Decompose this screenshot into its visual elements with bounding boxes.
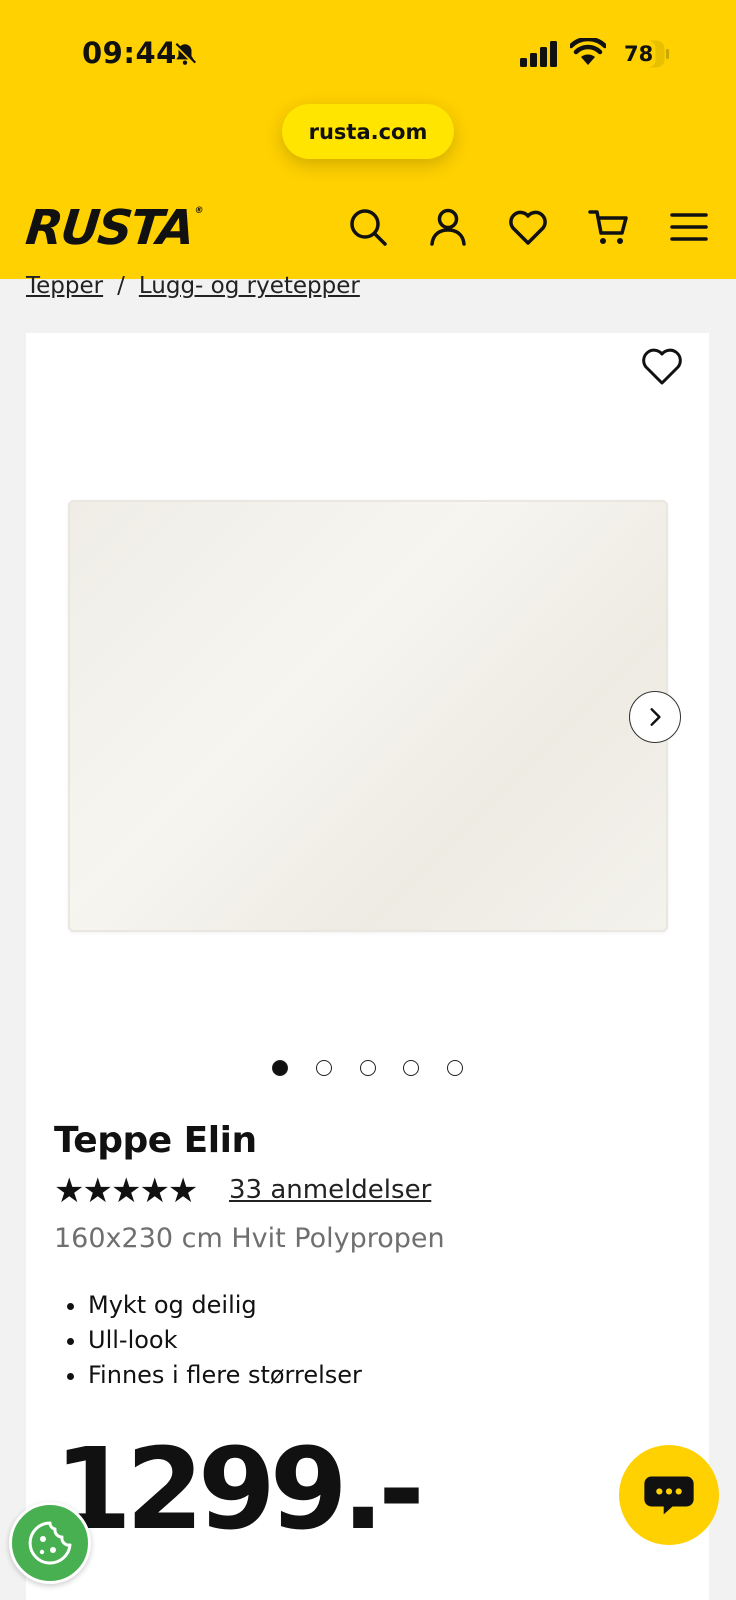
battery-level: 78 — [624, 42, 654, 66]
status-bar: 09:44 78 — [0, 0, 736, 100]
rating-stars: ★★★★★ — [54, 1171, 198, 1211]
feature-list: Mykt og deilig Ull-look Finnes i flere s… — [54, 1288, 362, 1393]
product-subtitle: 160x230 cm Hvit Polypropen — [54, 1223, 445, 1254]
rusta-logo[interactable]: RUSTA® — [23, 200, 203, 256]
search-icon[interactable] — [347, 206, 389, 248]
gallery-next-button[interactable] — [629, 691, 681, 743]
gallery-dot-1[interactable] — [272, 1060, 288, 1076]
cart-icon[interactable] — [588, 206, 630, 248]
product-price: 1299.- — [54, 1425, 425, 1555]
chat-icon — [644, 1476, 694, 1515]
wifi-icon — [568, 36, 608, 68]
product-title: Teppe Elin — [54, 1120, 257, 1161]
breadcrumb: Tepper / Lugg- og ryetepper — [26, 273, 360, 299]
gallery-dot-5[interactable] — [447, 1060, 463, 1076]
url-bar[interactable]: rusta.com — [282, 104, 454, 159]
feature-item: Ull-look — [88, 1323, 362, 1358]
logo-mark: ® — [193, 206, 202, 216]
feature-item: Finnes i flere størrelser — [88, 1358, 362, 1393]
product-image[interactable] — [68, 500, 668, 932]
gallery-dot-3[interactable] — [360, 1060, 376, 1076]
bell-muted-icon — [172, 41, 198, 67]
cookie-settings-button[interactable] — [9, 1502, 91, 1584]
gallery-dot-2[interactable] — [316, 1060, 332, 1076]
reviews-link[interactable]: 33 anmeldelser — [229, 1175, 431, 1205]
cookie-icon — [28, 1521, 72, 1565]
menu-icon[interactable] — [668, 206, 710, 248]
chat-button[interactable] — [619, 1445, 719, 1545]
url-text: rusta.com — [308, 119, 428, 144]
status-time: 09:44 — [82, 36, 177, 70]
top-header: 09:44 78 rusta.com RUSTA® — [0, 0, 736, 279]
wishlist-icon[interactable] — [507, 206, 549, 248]
feature-item: Mykt og deilig — [88, 1288, 362, 1323]
account-icon[interactable] — [427, 206, 469, 248]
favorite-heart-icon[interactable] — [640, 347, 684, 387]
breadcrumb-separator: / — [117, 273, 125, 299]
breadcrumb-link-tepper[interactable]: Tepper — [26, 273, 103, 299]
chevron-right-icon — [650, 708, 661, 726]
signal-icon — [520, 40, 560, 67]
breadcrumb-link-lugg[interactable]: Lugg- og ryetepper — [139, 273, 360, 299]
logo-text: RUSTA — [23, 200, 196, 256]
gallery-dot-4[interactable] — [403, 1060, 419, 1076]
